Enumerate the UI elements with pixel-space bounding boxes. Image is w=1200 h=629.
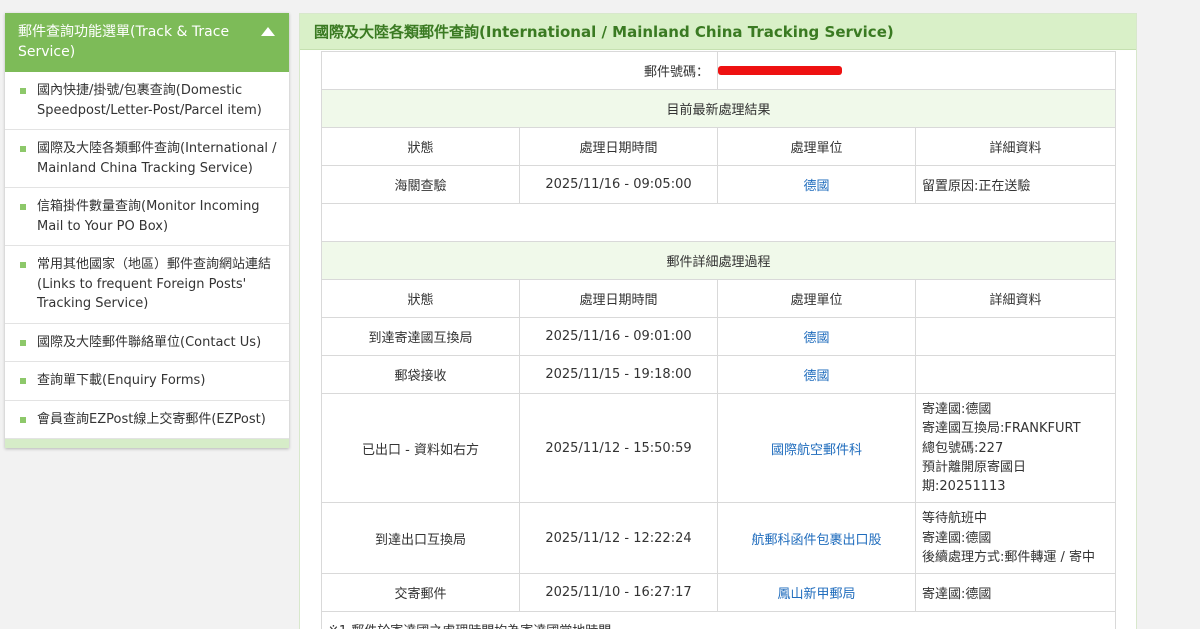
note-row: ※1.郵件於寄達國之處理時間均為寄達國當地時間。 xyxy=(320,611,1117,629)
status-cell: 交寄郵件 xyxy=(321,573,520,613)
table-row: 郵袋接收 2025/11/15 - 19:18:00 德國 xyxy=(321,355,1117,394)
column-header-datetime: 處理日期時間 xyxy=(518,127,719,166)
datetime-cell: 2025/11/12 - 12:22:24 xyxy=(518,502,719,575)
bullet-icon xyxy=(20,88,26,94)
datetime-cell: 2025/11/15 - 19:18:00 xyxy=(518,355,719,394)
detail-cell xyxy=(915,317,1117,356)
status-cell: 海關查驗 xyxy=(321,165,520,204)
detail-cell: 等待航班中 寄達國:德國 後續處理方式:郵件轉運 / 寄中 xyxy=(915,502,1117,575)
detail-line: 總包號碼:227 xyxy=(922,440,1004,456)
mail-number-value xyxy=(717,51,1117,90)
datetime-cell: 2025/11/12 - 15:50:59 xyxy=(518,392,719,504)
sidebar-footer-bar xyxy=(5,439,289,448)
latest-result-title-row: 目前最新處理結果 xyxy=(320,89,1117,128)
detail-cell: 寄達國:德國 寄達國互換局:FRANKFURT 總包號碼:227 預計離開原寄國… xyxy=(915,392,1117,504)
menu-item-label: 國際及大陸郵件聯絡單位(Contact Us) xyxy=(37,334,262,350)
history-title-row: 郵件詳細處理過程 xyxy=(320,241,1117,280)
detail-cell: 留置原因:正在送驗 xyxy=(915,165,1117,204)
bullet-icon xyxy=(20,378,26,384)
bullet-icon xyxy=(20,262,26,268)
detail-line: 預計離開原寄國日期:20251113 xyxy=(922,459,1027,495)
menu-item-contact-us[interactable]: 國際及大陸郵件聯絡單位(Contact Us) xyxy=(5,324,289,362)
table-row: 已出口 - 資料如右方 2025/11/12 - 15:50:59 國際航空郵件… xyxy=(321,392,1117,504)
collapse-arrow-icon[interactable] xyxy=(261,27,275,36)
unit-link[interactable]: 德國 xyxy=(717,355,917,394)
menu-item-label: 會員查詢EZPost線上交寄郵件(EZPost) xyxy=(37,411,266,427)
datetime-cell: 2025/11/16 - 09:01:00 xyxy=(518,317,719,356)
datetime-cell: 2025/11/10 - 16:27:17 xyxy=(518,573,719,613)
status-cell: 郵袋接收 xyxy=(321,355,520,394)
datetime-cell: 2025/11/16 - 09:05:00 xyxy=(518,165,719,204)
bullet-icon xyxy=(20,146,26,152)
column-header-detail: 詳細資料 xyxy=(915,127,1117,166)
table-row: 交寄郵件 2025/11/10 - 16:27:17 鳳山新甲郵局 寄達國:德國 xyxy=(321,573,1117,613)
menu-item-ezpost[interactable]: 會員查詢EZPost線上交寄郵件(EZPost) xyxy=(5,401,289,439)
column-header-detail: 詳細資料 xyxy=(915,279,1117,318)
menu-item-label: 國際及大陸各類郵件查詢(International / Mainland Chi… xyxy=(37,141,277,176)
detail-cell: 寄達國:德國 xyxy=(915,573,1117,613)
column-header-datetime: 處理日期時間 xyxy=(518,279,719,318)
timezone-note: ※1.郵件於寄達國之處理時間均為寄達國當地時間。 xyxy=(320,611,1117,629)
status-cell: 到達寄達國互換局 xyxy=(321,317,520,356)
detail-line: 寄達國互換局:FRANKFURT xyxy=(922,421,1081,437)
mail-number-label: 郵件號碼： xyxy=(320,51,719,90)
tracking-table: 郵件號碼： 目前最新處理結果 狀態 處理日期時間 處理單位 詳細資料 海關查驗 … xyxy=(320,51,1117,629)
sidebar-title: 郵件查詢功能選單(Track & Trace Service) xyxy=(18,24,230,60)
column-header-unit: 處理單位 xyxy=(717,127,917,166)
status-cell: 已出口 - 資料如右方 xyxy=(321,392,520,504)
column-header-status: 狀態 xyxy=(321,127,520,166)
tracking-menu-sidebar: 郵件查詢功能選單(Track & Trace Service) 國內快捷/掛號/… xyxy=(5,13,289,448)
detail-line: 寄達國:德國 xyxy=(922,530,992,546)
column-header-unit: 處理單位 xyxy=(717,279,917,318)
menu-item-po-box[interactable]: 信箱掛件數量查詢(Monitor Incoming Mail to Your P… xyxy=(5,188,289,246)
detail-cell xyxy=(915,355,1117,394)
tracking-content: 郵件號碼： 目前最新處理結果 狀態 處理日期時間 處理單位 詳細資料 海關查驗 … xyxy=(320,51,1117,629)
unit-link[interactable]: 鳳山新甲郵局 xyxy=(717,573,917,613)
menu-item-foreign-links[interactable]: 常用其他國家（地區）郵件查詢網站連結(Links to frequent For… xyxy=(5,246,289,324)
detail-line: 後續處理方式:郵件轉運 / 寄中 xyxy=(922,550,1096,566)
menu-item-label: 信箱掛件數量查詢(Monitor Incoming Mail to Your P… xyxy=(37,199,260,234)
table-row: 到達出口互換局 2025/11/12 - 12:22:24 航郵科函件包裹出口股… xyxy=(321,502,1117,575)
detail-line: 寄達國:德國 xyxy=(922,402,992,417)
section-spacer xyxy=(320,203,1117,242)
spacer-cell xyxy=(320,203,1117,242)
detail-line: 等待航班中 xyxy=(922,511,988,527)
table-row: 到達寄達國互換局 2025/11/16 - 09:01:00 德國 xyxy=(321,317,1117,356)
menu-item-label: 常用其他國家（地區）郵件查詢網站連結(Links to frequent For… xyxy=(37,257,272,311)
tracking-result-panel: 國際及大陸各類郵件查詢(International / Mainland Chi… xyxy=(299,13,1137,629)
mail-number-row: 郵件號碼： xyxy=(320,51,1117,90)
history-header-row: 狀態 處理日期時間 處理單位 詳細資料 xyxy=(321,279,1117,318)
page-title: 國際及大陸各類郵件查詢(International / Mainland Chi… xyxy=(300,14,1136,50)
history-title: 郵件詳細處理過程 xyxy=(320,241,1117,280)
redacted-mail-number xyxy=(718,66,843,75)
menu-item-international[interactable]: 國際及大陸各類郵件查詢(International / Mainland Chi… xyxy=(5,130,289,188)
status-cell: 到達出口互換局 xyxy=(321,502,520,575)
menu-item-enquiry-forms[interactable]: 查詢單下載(Enquiry Forms) xyxy=(5,362,289,401)
bullet-icon xyxy=(20,339,26,346)
latest-header-row: 狀態 處理日期時間 處理單位 詳細資料 xyxy=(321,127,1117,166)
unit-link[interactable]: 國際航空郵件科 xyxy=(717,392,917,504)
menu-item-label: 查詢單下載(Enquiry Forms) xyxy=(37,373,206,388)
bullet-icon xyxy=(20,416,26,423)
menu-item-label: 國內快捷/掛號/包裹查詢(Domestic Speedpost/Letter-P… xyxy=(37,83,262,118)
unit-link[interactable]: 德國 xyxy=(717,165,917,204)
column-header-status: 狀態 xyxy=(321,279,520,318)
latest-result-title: 目前最新處理結果 xyxy=(320,89,1117,128)
latest-result-row: 海關查驗 2025/11/16 - 09:05:00 德國 留置原因:正在送驗 xyxy=(321,165,1117,204)
bullet-icon xyxy=(20,204,26,210)
sidebar-header[interactable]: 郵件查詢功能選單(Track & Trace Service) xyxy=(5,13,289,72)
menu-item-domestic[interactable]: 國內快捷/掛號/包裹查詢(Domestic Speedpost/Letter-P… xyxy=(5,72,289,130)
unit-link[interactable]: 德國 xyxy=(717,317,917,356)
unit-link[interactable]: 航郵科函件包裹出口股 xyxy=(717,502,917,575)
